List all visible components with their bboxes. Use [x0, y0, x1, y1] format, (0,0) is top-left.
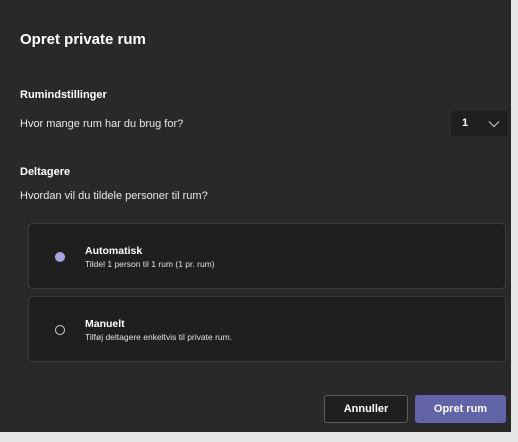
cancel-button[interactable]: Annuller: [324, 395, 408, 423]
backdrop-edge: [511, 0, 518, 442]
radio-selected-icon[interactable]: [55, 252, 65, 262]
option-manual-description: Tilføj deltagere enkeltvis til private r…: [85, 332, 233, 342]
assignment-question: Hvordan vil du tildele personer til rum?: [20, 190, 208, 202]
backdrop-edge: [0, 432, 518, 442]
option-automatic[interactable]: Automatisk Tildel 1 person til 1 rum (1 …: [28, 223, 506, 289]
dialog-title: Opret private rum: [20, 31, 146, 48]
option-manual-title: Manuelt: [85, 318, 125, 330]
room-count-question: Hvor mange rum har du brug for?: [20, 118, 184, 130]
room-count-value: 1: [462, 117, 469, 129]
option-automatic-title: Automatisk: [85, 245, 143, 257]
create-rooms-button[interactable]: Opret rum: [415, 395, 506, 423]
breakout-rooms-dialog: Opret private rum Rumindstillinger Hvor …: [0, 0, 518, 442]
participants-heading: Deltagere: [20, 166, 71, 178]
radio-unselected-icon[interactable]: [55, 325, 65, 335]
room-settings-heading: Rumindstillinger: [20, 89, 107, 101]
option-automatic-description: Tildel 1 person til 1 rum (1 pr. rum): [85, 259, 215, 269]
option-manual[interactable]: Manuelt Tilføj deltagere enkeltvis til p…: [28, 296, 506, 362]
chevron-down-icon: [488, 121, 500, 128]
room-count-dropdown[interactable]: 1: [451, 111, 507, 136]
